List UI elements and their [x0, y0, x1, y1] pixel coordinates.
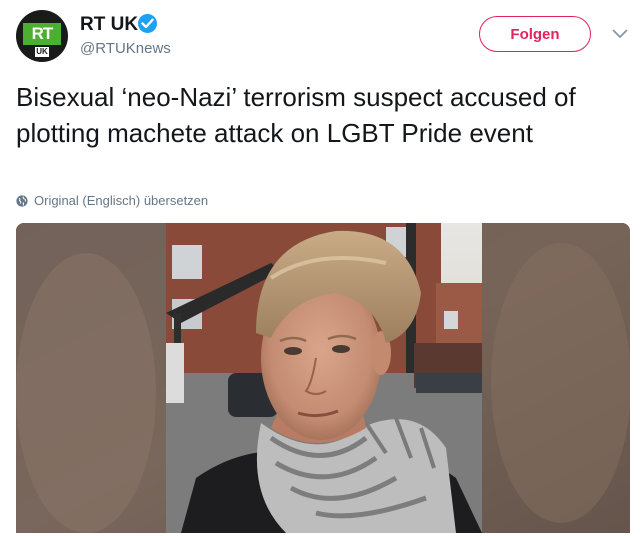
translate-label: Original (Englisch) übersetzen [34, 193, 209, 208]
author-handle[interactable]: @RTUKnews [80, 40, 171, 57]
author-name[interactable]: RT UK [80, 14, 138, 36]
tweet-text: Bisexual ‘neo-Nazi’ terrorism suspect ac… [16, 82, 576, 148]
rt-logo: RT [23, 23, 61, 45]
chevron-down-icon[interactable] [612, 26, 628, 44]
tweet-media-photo[interactable] [16, 223, 630, 533]
author-avatar[interactable]: RT UK [16, 10, 68, 62]
verified-badge-icon [138, 14, 157, 33]
translate-link[interactable]: Original (Englisch) übersetzen [16, 193, 208, 208]
follow-button[interactable]: Folgen [479, 16, 591, 52]
selfie-photo [16, 223, 630, 533]
globe-icon [16, 194, 28, 207]
rt-logo-uk-label: UK [35, 47, 49, 57]
